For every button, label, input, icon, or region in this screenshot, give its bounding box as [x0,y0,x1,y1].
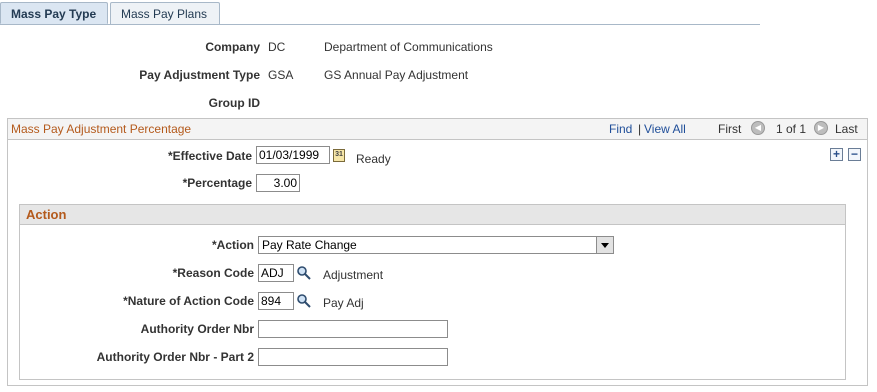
tab-label: Mass Pay Plans [121,7,208,21]
company-label: Company [205,40,260,54]
scroll-title: Mass Pay Adjustment Percentage [11,122,192,136]
first-label: First [718,122,742,136]
tab-mass-pay-plans[interactable]: Mass Pay Plans [110,2,220,24]
tab-bar: Mass Pay Type Mass Pay Plans [0,0,877,25]
delete-row-button[interactable]: − [848,148,861,161]
percentage-label: *Percentage [182,176,252,190]
effective-date-input[interactable] [256,146,330,164]
action-select-value: Pay Rate Change [262,238,357,252]
tab-underline [0,24,760,25]
view-all-link[interactable]: View All [644,122,686,136]
authority-order-nbr-label: Authority Order Nbr [140,322,254,336]
action-select[interactable]: Pay Rate Change [258,236,614,254]
magnifier-icon[interactable] [296,265,312,281]
next-circle-icon[interactable]: ▶ [814,121,828,135]
pay-adjustment-type-desc: GS Annual Pay Adjustment [324,68,469,82]
find-link[interactable]: Find [609,122,632,136]
chevron-down-icon[interactable] [596,237,613,253]
action-header: Action [20,205,845,225]
pay-adjustment-type-label: Pay Adjustment Type [139,68,260,82]
reason-code-input[interactable] [258,264,294,282]
company-desc: Department of Communications [324,40,493,54]
mass-pay-adjustment-scroll-area: Mass Pay Adjustment Percentage Find | Vi… [7,118,868,386]
company-code: DC [268,40,286,54]
effective-date-label: *Effective Date [167,149,252,163]
action-title: Action [26,207,67,222]
action-label: *Action [212,238,254,252]
status-text: Ready [356,152,391,166]
percentage-input[interactable] [256,174,300,192]
tab-label: Mass Pay Type [11,7,97,21]
nature-of-action-desc: Pay Adj [323,296,364,310]
last-label: Last [835,122,858,136]
nature-of-action-label: *Nature of Action Code [123,294,254,308]
authority-order-nbr-part2-label: Authority Order Nbr - Part 2 [96,350,254,364]
calendar-icon[interactable]: 31 [333,149,345,162]
add-row-button[interactable]: + [830,148,843,161]
group-id-label: Group ID [208,96,260,110]
scroll-header: Mass Pay Adjustment Percentage Find | Vi… [8,119,867,140]
action-group-box: Action *Action Pay Rate Change *Reason C… [19,204,846,380]
reason-code-label: *Reason Code [172,266,254,280]
pay-adjustment-type-code: GSA [268,68,294,82]
authority-order-nbr-part2-input[interactable] [258,348,448,366]
authority-order-nbr-input[interactable] [258,320,448,338]
prev-circle-icon[interactable]: ◀ [751,121,765,135]
row-counter: 1 of 1 [776,122,807,136]
reason-desc: Adjustment [323,268,384,282]
magnifier-icon[interactable] [296,293,312,309]
tab-mass-pay-type[interactable]: Mass Pay Type [0,2,108,24]
nature-of-action-input[interactable] [258,292,294,310]
nav-separator: | [638,122,642,136]
